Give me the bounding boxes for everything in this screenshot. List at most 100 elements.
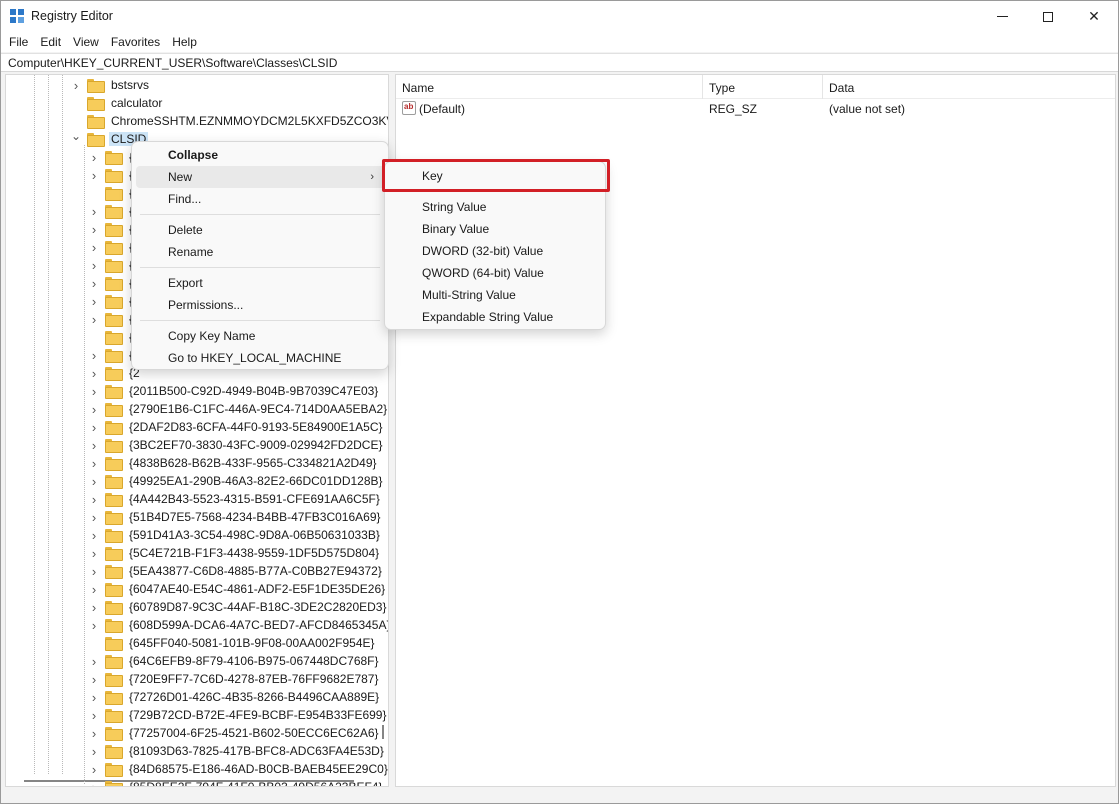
title-bar[interactable]: Registry Editor ✕ xyxy=(1,1,1118,32)
chevron-right-icon[interactable]: › xyxy=(89,600,99,615)
tree-item-label: {2DAF2D83-6CFA-44F0-9193-5E84900E1A5C} xyxy=(129,420,383,434)
tree-item[interactable]: › {60789D87-9C3C-44AF-B18C-3DE2C2820ED3} xyxy=(89,598,388,616)
chevron-right-icon[interactable]: › xyxy=(89,654,99,669)
menu-item-new[interactable]: New › xyxy=(136,166,386,188)
menu-file[interactable]: File xyxy=(3,32,34,52)
address-bar[interactable]: Computer\HKEY_CURRENT_USER\Software\Clas… xyxy=(1,53,1118,72)
chevron-right-icon[interactable]: › xyxy=(89,150,99,165)
chevron-right-icon[interactable]: › xyxy=(89,456,99,471)
chevron-right-icon[interactable]: › xyxy=(89,690,99,705)
chevron-right-icon[interactable]: › xyxy=(89,258,99,273)
new-submenu-expandable-string-value[interactable]: Expandable String Value xyxy=(389,306,603,328)
menu-item-export[interactable]: Export xyxy=(136,272,386,294)
chevron-right-icon[interactable]: › xyxy=(89,510,99,525)
chevron-right-icon[interactable]: › xyxy=(89,204,99,219)
tree-item[interactable]: › {85D8EE2F-794F-41F0-BB03-49D56A23BEF4} xyxy=(89,778,384,786)
column-divider[interactable] xyxy=(702,75,703,99)
chevron-right-icon[interactable]: › xyxy=(89,168,99,183)
tree-item[interactable]: › {608D599A-DCA6-4A7C-BED7-AFCD8465345A} xyxy=(89,616,388,634)
menu-help[interactable]: Help xyxy=(166,32,203,52)
chevron-right-icon[interactable]: › xyxy=(89,240,99,255)
tree-item[interactable]: › {84D68575-E186-46AD-B0CB-BAEB45EE29C0} xyxy=(89,760,388,778)
tree-item[interactable]: › {2DAF2D83-6CFA-44F0-9193-5E84900E1A5C} xyxy=(89,418,385,436)
maximize-button[interactable] xyxy=(1025,1,1071,32)
new-submenu-qword-64-bit-value[interactable]: QWORD (64-bit) Value xyxy=(389,262,603,284)
tree-item[interactable]: › {4838B628-B62B-433F-9565-C334821A2D49} xyxy=(89,454,379,472)
tree-item[interactable]: {645FF040-5081-101B-9F08-00AA002F954E} xyxy=(89,634,377,652)
chevron-right-icon[interactable]: › xyxy=(89,744,99,759)
chevron-right-icon[interactable]: › xyxy=(89,474,99,489)
tree-item[interactable]: ChromeSSHTM.EZNMMOYDCM2L5KXFD5ZCO3KV xyxy=(71,112,388,130)
menu-item-label: Copy Key Name xyxy=(168,329,256,343)
new-submenu-string-value[interactable]: String Value xyxy=(389,196,603,218)
chevron-right-icon[interactable]: › xyxy=(89,582,99,597)
tree-item[interactable]: › {72726D01-426C-4B35-8266-B4496CAA889E} xyxy=(89,688,381,706)
tree-item[interactable]: › {6047AE40-E54C-4861-ADF2-E5F1DE35DE26} xyxy=(89,580,387,598)
chevron-right-icon[interactable]: › xyxy=(89,672,99,687)
close-button[interactable]: ✕ xyxy=(1071,1,1117,32)
list-header: Name Type Data xyxy=(396,75,1115,99)
chevron-right-icon[interactable]: › xyxy=(89,528,99,543)
tree-item[interactable]: › {591D41A3-3C54-498C-9D8A-06B50631033B} xyxy=(89,526,382,544)
chevron-right-icon[interactable]: › xyxy=(89,726,99,741)
tree-item-label: {49925EA1-290B-46A3-82E2-66DC01DD128B} xyxy=(129,474,383,488)
tree-item[interactable]: › {64C6EFB9-8F79-4106-B975-067448DC768F} xyxy=(89,652,381,670)
menu-item-label: Multi-String Value xyxy=(422,288,516,302)
chevron-right-icon[interactable]: › xyxy=(89,222,99,237)
chevron-right-icon[interactable]: › xyxy=(89,384,99,399)
registry-editor-window: Registry Editor ✕ File Edit View Favorit… xyxy=(0,0,1119,804)
chevron-right-icon[interactable]: › xyxy=(89,618,99,633)
menu-item-copy-key-name[interactable]: Copy Key Name xyxy=(136,325,386,347)
tree-context-menu: Collapse New › Find... Delete Rename Export Per… xyxy=(131,141,389,370)
menu-item-rename[interactable]: Rename xyxy=(136,241,386,263)
chevron-right-icon[interactable]: › xyxy=(89,312,99,327)
chevron-right-icon[interactable]: › xyxy=(89,366,99,381)
folder-icon xyxy=(105,547,123,561)
tree-item[interactable]: calculator xyxy=(71,94,164,112)
new-submenu-binary-value[interactable]: Binary Value xyxy=(389,218,603,240)
chevron-right-icon[interactable]: › xyxy=(89,402,99,417)
chevron-right-icon[interactable]: › xyxy=(89,294,99,309)
chevron-right-icon[interactable]: › xyxy=(71,78,81,93)
chevron-right-icon[interactable]: › xyxy=(89,546,99,561)
value-row-default[interactable]: ab (Default) REG_SZ (value not set) xyxy=(396,100,1115,118)
tree-item[interactable]: › {2790E1B6-C1FC-446A-9EC4-714D0AA5EBA2} xyxy=(89,400,388,418)
chevron-right-icon[interactable]: › xyxy=(89,420,99,435)
column-divider[interactable] xyxy=(822,75,823,99)
tree-item[interactable]: › {49925EA1-290B-46A3-82E2-66DC01DD128B} xyxy=(89,472,385,490)
menu-item-find[interactable]: Find... xyxy=(136,188,386,210)
chevron-down-icon[interactable]: ⌄ xyxy=(71,129,81,143)
tree-item[interactable]: › {2011B500-C92D-4949-B04B-9B7039C47E03} xyxy=(89,382,380,400)
tree-item[interactable]: › {720E9FF7-7C6D-4278-87EB-76FF9682E787} xyxy=(89,670,381,688)
menu-item-permissions[interactable]: Permissions... xyxy=(136,294,386,316)
tree-item[interactable]: › {81093D63-7825-417B-BFC8-ADC63FA4E53D} xyxy=(89,742,386,760)
chevron-right-icon[interactable]: › xyxy=(89,762,99,777)
chevron-right-icon[interactable]: › xyxy=(89,348,99,363)
chevron-right-icon[interactable]: › xyxy=(89,276,99,291)
tree-item[interactable]: › {77257004-6F25-4521-B602-50ECC6EC62A6} xyxy=(89,724,381,742)
minimize-button[interactable] xyxy=(979,1,1025,32)
chevron-right-icon[interactable]: › xyxy=(89,492,99,507)
tree-item[interactable]: › bstsrvs xyxy=(71,76,151,94)
tree-item[interactable]: › {3BC2EF70-3830-43FC-9009-029942FD2DCE} xyxy=(89,436,384,454)
menu-item-collapse[interactable]: Collapse xyxy=(136,144,386,166)
menu-edit[interactable]: Edit xyxy=(34,32,67,52)
tree-item[interactable]: › {4A442B43-5523-4315-B591-CFE691AA6C5F} xyxy=(89,490,382,508)
chevron-right-icon[interactable]: › xyxy=(89,438,99,453)
column-header-data[interactable]: Data xyxy=(829,81,854,95)
menu-view[interactable]: View xyxy=(67,32,105,52)
column-header-type[interactable]: Type xyxy=(709,81,735,95)
tree-vscroll-thumb[interactable] xyxy=(382,725,384,739)
tree-item[interactable]: › {729B72CD-B72E-4FE9-BCBF-E954B33FE699} xyxy=(89,706,388,724)
menu-item-delete[interactable]: Delete xyxy=(136,219,386,241)
menu-item-go-to-hkey-local-machine[interactable]: Go to HKEY_LOCAL_MACHINE xyxy=(136,347,386,369)
tree-item[interactable]: › {5EA43877-C6D8-4885-B77A-C0BB27E94372} xyxy=(89,562,384,580)
chevron-right-icon[interactable]: › xyxy=(89,708,99,723)
column-header-name[interactable]: Name xyxy=(402,81,434,95)
new-submenu-dword-32-bit-value[interactable]: DWORD (32-bit) Value xyxy=(389,240,603,262)
chevron-right-icon[interactable]: › xyxy=(89,564,99,579)
menu-favorites[interactable]: Favorites xyxy=(105,32,166,52)
new-submenu-multi-string-value[interactable]: Multi-String Value xyxy=(389,284,603,306)
tree-item[interactable]: › {5C4E721B-F1F3-4438-9559-1DF5D575D804} xyxy=(89,544,381,562)
tree-item[interactable]: › {51B4D7E5-7568-4234-B4BB-47FB3C016A69} xyxy=(89,508,383,526)
